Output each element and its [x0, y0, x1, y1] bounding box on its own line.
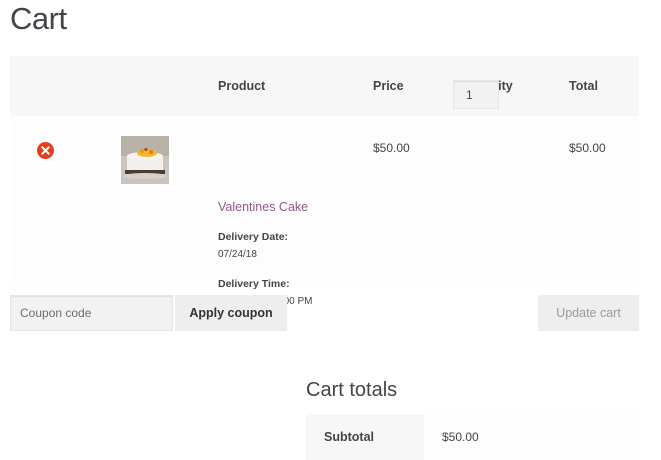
- quantity-input[interactable]: [453, 80, 499, 109]
- cart-totals-title: Cart totals: [306, 379, 398, 401]
- cart-table-header: Product Price Quantity Total: [10, 56, 639, 116]
- header-product: Product: [218, 79, 266, 93]
- update-cart-button[interactable]: Update cart: [538, 295, 639, 331]
- page-title: Cart: [10, 1, 67, 36]
- header-total: Total: [569, 79, 598, 93]
- item-total: $50.00: [569, 141, 606, 155]
- delivery-time-label: Delivery Time:: [218, 278, 290, 290]
- subtotal-label: Subtotal: [306, 414, 424, 460]
- subtotal-value: $50.00: [442, 430, 479, 444]
- product-name-link[interactable]: Valentines Cake: [218, 200, 308, 214]
- cake-thumbnail-icon: [121, 136, 169, 184]
- item-price: $50.00: [373, 141, 410, 155]
- subtotal-row: Subtotal $50.00: [306, 414, 639, 460]
- cart-item-row: Valentines Cake Delivery Date: 07/24/18 …: [10, 116, 639, 307]
- delivery-date-label: Delivery Date:: [218, 231, 289, 243]
- cart-table: Product Price Quantity Total: [10, 56, 639, 307]
- delivery-date-value: 07/24/18: [218, 249, 257, 260]
- coupon-code-input[interactable]: [10, 295, 173, 331]
- remove-item-button[interactable]: [37, 142, 54, 159]
- close-icon: [41, 146, 50, 155]
- apply-coupon-button[interactable]: Apply coupon: [175, 295, 287, 331]
- product-thumbnail[interactable]: [121, 136, 169, 184]
- header-price: Price: [373, 79, 404, 93]
